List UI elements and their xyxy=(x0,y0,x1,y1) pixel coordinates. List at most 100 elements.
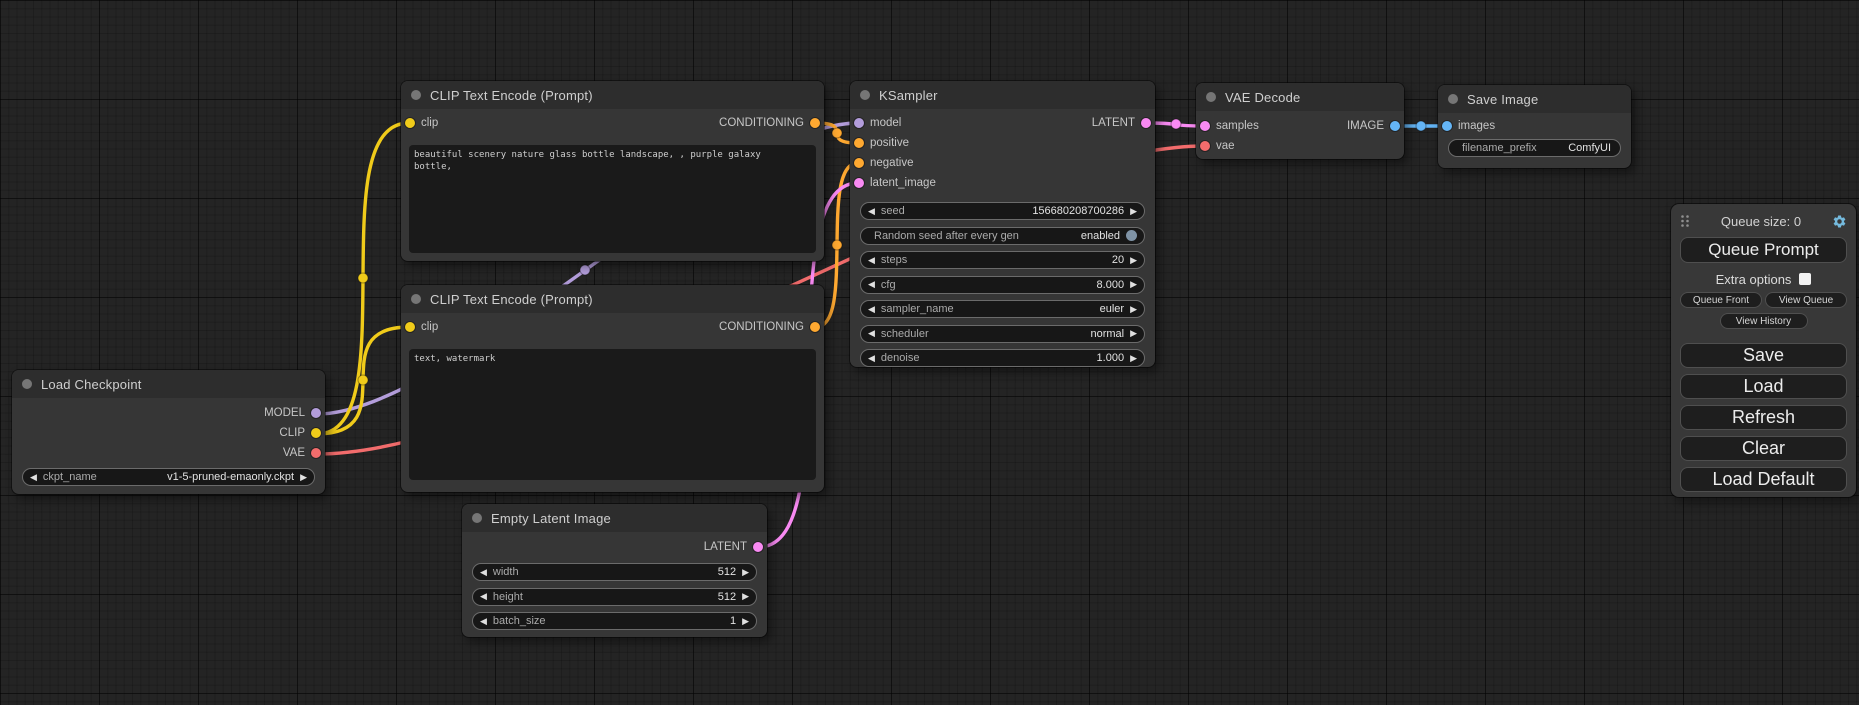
collapse-dot[interactable] xyxy=(472,513,482,523)
model-port-dot[interactable] xyxy=(311,408,321,418)
image-port-dot[interactable] xyxy=(1390,121,1400,131)
link-midpoint-dot[interactable] xyxy=(358,273,368,283)
decrement-icon[interactable]: ◀ xyxy=(868,305,875,314)
decrement-icon[interactable]: ◀ xyxy=(868,329,875,338)
image-port-dot[interactable] xyxy=(1442,121,1452,131)
latent-port-dot[interactable] xyxy=(753,542,763,552)
node-graph-canvas[interactable]: Load Checkpoint MODEL CLIP VAE ◀ ckpt_na… xyxy=(0,0,1859,705)
toggle-knob[interactable] xyxy=(1126,230,1137,241)
width-widget[interactable]: ◀ width 512 ▶ xyxy=(472,563,757,581)
increment-icon[interactable]: ▶ xyxy=(1130,329,1137,338)
node-title-bar[interactable]: CLIP Text Encode (Prompt) xyxy=(401,285,824,313)
latent-port-dot[interactable] xyxy=(1200,121,1210,131)
latent-port-dot[interactable] xyxy=(1141,118,1151,128)
collapse-dot[interactable] xyxy=(860,90,870,100)
ckpt-name-widget[interactable]: ◀ ckpt_name v1-5-pruned-emaonly.ckpt ▶ xyxy=(22,468,315,486)
model-port-dot[interactable] xyxy=(854,118,864,128)
increment-icon[interactable]: ▶ xyxy=(1130,207,1137,216)
increment-icon[interactable]: ▶ xyxy=(1130,354,1137,363)
latent-port-dot[interactable] xyxy=(854,178,864,188)
denoise-widget[interactable]: ◀ denoise 1.000 ▶ xyxy=(860,349,1145,367)
queue-prompt-button[interactable]: Queue Prompt xyxy=(1680,237,1847,263)
node-title-bar[interactable]: VAE Decode xyxy=(1196,83,1404,111)
link-clip-positive[interactable] xyxy=(317,123,409,434)
node-title-bar[interactable]: Load Checkpoint xyxy=(12,370,325,398)
vae-port-dot[interactable] xyxy=(1200,141,1210,151)
clip-port-dot[interactable] xyxy=(311,428,321,438)
output-conditioning[interactable]: CONDITIONING xyxy=(719,321,824,333)
height-widget[interactable]: ◀ height 512 ▶ xyxy=(472,588,757,606)
queue-panel[interactable]: Queue size: 0 Queue Prompt Extra options… xyxy=(1671,204,1856,497)
prompt-textarea[interactable]: beautiful scenery nature glass bottle la… xyxy=(409,145,816,253)
node-title-bar[interactable]: CLIP Text Encode (Prompt) xyxy=(401,81,824,109)
output-image[interactable]: IMAGE xyxy=(1347,120,1404,132)
input-samples[interactable]: samples xyxy=(1196,120,1259,132)
load-button[interactable]: Load xyxy=(1680,374,1847,399)
node-load-checkpoint[interactable]: Load Checkpoint MODEL CLIP VAE ◀ ckpt_na… xyxy=(12,370,325,494)
filename-prefix-widget[interactable]: filename_prefix ComfyUI xyxy=(1448,139,1621,157)
drag-handle-icon[interactable] xyxy=(1680,214,1690,228)
input-positive[interactable]: positive xyxy=(850,137,909,149)
node-empty-latent-image[interactable]: Empty Latent Image LATENT ◀ width 512 ▶ … xyxy=(462,504,767,637)
node-ksampler[interactable]: KSampler model LATENT positive negative … xyxy=(850,81,1155,367)
input-images[interactable]: images xyxy=(1438,120,1495,132)
node-title-bar[interactable]: Save Image xyxy=(1438,85,1631,113)
node-title-bar[interactable]: KSampler xyxy=(850,81,1155,109)
output-vae[interactable]: VAE xyxy=(283,447,325,459)
vae-port-dot[interactable] xyxy=(311,448,321,458)
conditioning-port-dot[interactable] xyxy=(854,138,864,148)
increment-icon[interactable]: ▶ xyxy=(742,568,749,577)
input-clip[interactable]: clip xyxy=(401,321,438,333)
save-button[interactable]: Save xyxy=(1680,343,1847,368)
node-clip-text-encode-positive[interactable]: CLIP Text Encode (Prompt) clip CONDITION… xyxy=(401,81,824,261)
extra-options-checkbox[interactable] xyxy=(1799,273,1811,285)
decrement-icon[interactable]: ◀ xyxy=(30,473,37,482)
collapse-dot[interactable] xyxy=(411,90,421,100)
decrement-icon[interactable]: ◀ xyxy=(868,280,875,289)
decrement-icon[interactable]: ◀ xyxy=(868,256,875,265)
node-save-image[interactable]: Save Image images filename_prefix ComfyU… xyxy=(1438,85,1631,168)
view-queue-button[interactable]: View Queue xyxy=(1765,292,1847,308)
input-model[interactable]: model xyxy=(850,117,901,129)
link-midpoint-dot[interactable] xyxy=(358,375,368,385)
view-history-button[interactable]: View History xyxy=(1720,313,1808,329)
link-midpoint-dot[interactable] xyxy=(580,265,590,275)
link-clip-negative[interactable] xyxy=(317,327,409,434)
input-negative[interactable]: negative xyxy=(850,157,913,169)
output-conditioning[interactable]: CONDITIONING xyxy=(719,117,824,129)
output-latent[interactable]: LATENT xyxy=(1092,117,1155,129)
input-vae[interactable]: vae xyxy=(1196,140,1235,152)
gear-icon[interactable] xyxy=(1832,214,1847,229)
output-latent[interactable]: LATENT xyxy=(704,541,767,553)
link-midpoint-dot[interactable] xyxy=(1416,121,1426,131)
decrement-icon[interactable]: ◀ xyxy=(480,617,487,626)
clip-port-dot[interactable] xyxy=(405,118,415,128)
prompt-textarea[interactable]: text, watermark xyxy=(409,349,816,480)
node-clip-text-encode-negative[interactable]: CLIP Text Encode (Prompt) clip CONDITION… xyxy=(401,285,824,492)
collapse-dot[interactable] xyxy=(1206,92,1216,102)
input-latent-image[interactable]: latent_image xyxy=(850,177,936,189)
link-midpoint-dot[interactable] xyxy=(1171,119,1181,129)
output-model[interactable]: MODEL xyxy=(264,407,325,419)
decrement-icon[interactable]: ◀ xyxy=(480,568,487,577)
steps-widget[interactable]: ◀ steps 20 ▶ xyxy=(860,251,1145,269)
decrement-icon[interactable]: ◀ xyxy=(480,592,487,601)
decrement-icon[interactable]: ◀ xyxy=(868,354,875,363)
increment-icon[interactable]: ▶ xyxy=(1130,305,1137,314)
increment-icon[interactable]: ▶ xyxy=(300,473,307,482)
seed-widget[interactable]: ◀ seed 156680208700286 ▶ xyxy=(860,202,1145,220)
output-clip[interactable]: CLIP xyxy=(279,427,325,439)
load-default-button[interactable]: Load Default xyxy=(1680,467,1847,492)
scheduler-widget[interactable]: ◀ scheduler normal ▶ xyxy=(860,325,1145,343)
batch-size-widget[interactable]: ◀ batch_size 1 ▶ xyxy=(472,612,757,630)
sampler-name-widget[interactable]: ◀ sampler_name euler ▶ xyxy=(860,300,1145,318)
node-title-bar[interactable]: Empty Latent Image xyxy=(462,504,767,532)
increment-icon[interactable]: ▶ xyxy=(1130,256,1137,265)
conditioning-port-dot[interactable] xyxy=(854,158,864,168)
increment-icon[interactable]: ▶ xyxy=(742,592,749,601)
collapse-dot[interactable] xyxy=(22,379,32,389)
conditioning-port-dot[interactable] xyxy=(810,118,820,128)
conditioning-port-dot[interactable] xyxy=(810,322,820,332)
clip-port-dot[interactable] xyxy=(405,322,415,332)
link-midpoint-dot[interactable] xyxy=(832,128,842,138)
